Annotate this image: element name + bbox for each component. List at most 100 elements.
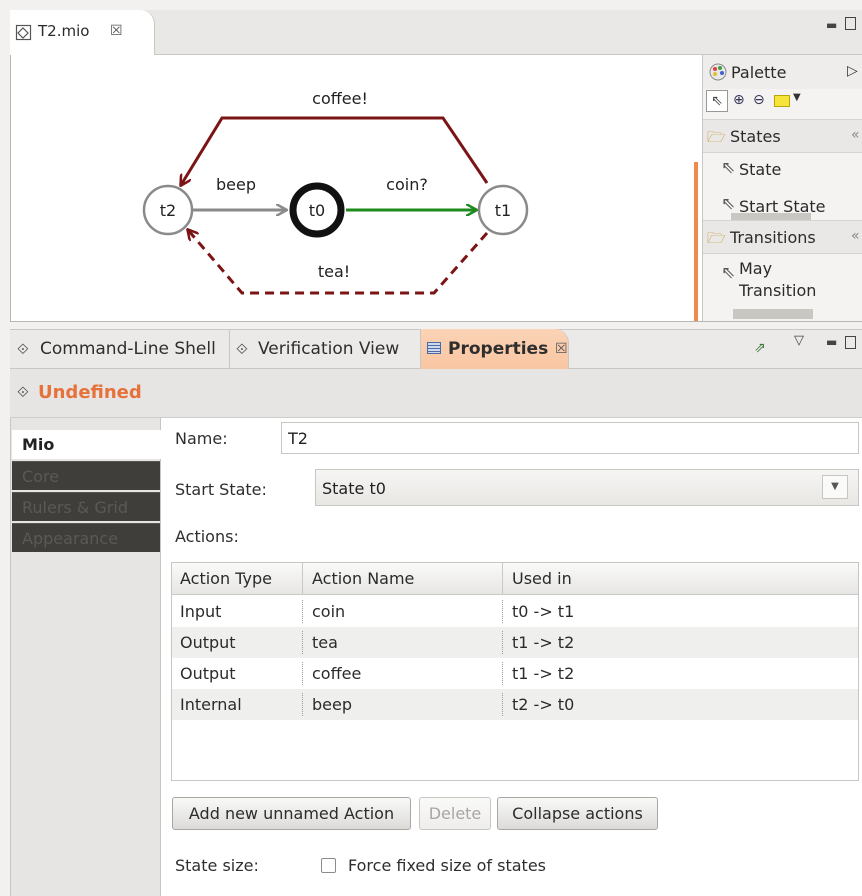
start-state-tool-icon: ⇖ xyxy=(721,194,736,214)
pin-view-icon[interactable]: ⇗ xyxy=(754,340,766,356)
canvas-scroll-indicator[interactable] xyxy=(694,162,698,321)
section-collapse-icon[interactable]: « xyxy=(851,228,860,244)
minimize-icon[interactable]: ▬ xyxy=(826,18,837,32)
start-state-value: State t0 xyxy=(322,479,386,498)
table-row[interactable]: Output coffee t1 -> t2 xyxy=(172,658,858,689)
side-tab-core[interactable]: Core xyxy=(12,461,160,490)
transition-label-beep: beep xyxy=(216,175,256,194)
cell-used-in: t0 -> t1 xyxy=(512,602,575,621)
cell-used-in: t1 -> t2 xyxy=(512,633,575,652)
palette: Palette ▷ ⇖ ⊕ ⊖ ▼ 🗁 States « ⇖ State ⇖ S… xyxy=(702,55,862,321)
minimize-icon[interactable]: ▬ xyxy=(826,335,837,349)
tab-label: Verification View xyxy=(258,339,400,359)
properties-icon xyxy=(427,342,441,354)
table-row[interactable]: Input coin t0 -> t1 xyxy=(172,596,858,627)
cell-used-in: t1 -> t2 xyxy=(512,664,575,683)
cell-action-type: Output xyxy=(180,633,236,652)
note-dropdown-icon[interactable]: ▼ xyxy=(793,92,801,103)
cell-action-name: coffee xyxy=(312,664,362,683)
column-header-action-type[interactable]: Action Type xyxy=(180,563,272,595)
cell-action-type: Output xyxy=(180,664,236,683)
delete-button[interactable]: Delete xyxy=(419,797,491,830)
palette-collapse-icon[interactable]: ▷ xyxy=(847,63,858,79)
cell-action-name: coin xyxy=(312,602,346,621)
palette-item-label-line2: Transition xyxy=(739,281,817,300)
state-label-t0: t0 xyxy=(309,201,325,220)
palette-item-overlay xyxy=(733,309,813,319)
palette-item-start-state[interactable]: ⇖ Start State xyxy=(703,189,862,221)
palette-item-label-line1: May xyxy=(739,259,773,278)
note-tool-icon[interactable] xyxy=(774,95,790,107)
tab-verification-view[interactable]: ⟐ Verification View xyxy=(230,329,421,369)
shell-icon: ⟐ xyxy=(17,340,29,358)
state-t0[interactable]: t0 xyxy=(289,182,345,238)
zoom-in-icon[interactable]: ⊕ xyxy=(733,92,745,108)
may-transition-tool-icon: ⇖ xyxy=(721,263,736,283)
state-label-t1: t1 xyxy=(495,201,511,220)
cell-divider xyxy=(502,631,504,654)
palette-item-may-transition[interactable]: ⇖ May Transition xyxy=(703,257,862,307)
column-divider[interactable] xyxy=(502,563,503,595)
side-tab-rulers-grid[interactable]: Rulers & Grid xyxy=(12,492,160,521)
section-collapse-icon[interactable]: « xyxy=(851,127,860,143)
cell-divider xyxy=(502,662,504,685)
palette-section-label: States xyxy=(730,127,781,146)
maximize-icon[interactable] xyxy=(845,17,856,30)
table-row[interactable]: Output tea t1 -> t2 xyxy=(172,627,858,658)
table-row[interactable]: Internal beep t2 -> t0 xyxy=(172,689,858,720)
properties-title: Undefined xyxy=(38,382,142,403)
start-state-select[interactable]: State t0 ▼ xyxy=(315,469,859,506)
state-t1[interactable]: t1 xyxy=(477,184,529,236)
palette-section-transitions[interactable]: 🗁 Transitions « xyxy=(703,220,862,254)
editor-tab[interactable]: T2.mio ☒ xyxy=(10,10,155,55)
side-tab-appearance[interactable]: Appearance xyxy=(12,523,160,552)
palette-title: Palette xyxy=(731,63,787,82)
actions-label: Actions: xyxy=(175,527,239,546)
force-fixed-size-checkbox[interactable] xyxy=(321,858,336,873)
editor-tab-label: T2.mio xyxy=(38,22,90,40)
state-tool-icon: ⇖ xyxy=(721,158,736,178)
cell-divider xyxy=(302,662,304,685)
column-header-used-in[interactable]: Used in xyxy=(512,563,572,595)
close-icon[interactable]: ☒ xyxy=(555,329,568,369)
cell-divider xyxy=(302,693,304,716)
start-state-label: Start State: xyxy=(175,480,267,499)
side-tab-mio[interactable]: Mio xyxy=(12,430,162,459)
column-header-action-name[interactable]: Action Name xyxy=(312,563,414,595)
transition-label-coffee: coffee! xyxy=(312,89,368,108)
folder-icon: 🗁 xyxy=(707,229,726,247)
diagram-file-icon xyxy=(15,24,32,41)
tab-properties[interactable]: Properties ☒ xyxy=(421,329,569,369)
cell-divider xyxy=(302,631,304,654)
palette-tools: ⇖ ⊕ ⊖ ▼ xyxy=(705,89,861,115)
palette-item-state[interactable]: ⇖ State xyxy=(703,153,862,185)
name-field[interactable] xyxy=(281,422,859,454)
verification-icon: ⟐ xyxy=(236,340,248,358)
column-divider[interactable] xyxy=(302,563,303,595)
add-action-button[interactable]: Add new unnamed Action xyxy=(172,797,411,830)
diagram-canvas[interactable]: t2 t0 t1 coffee! beep coin? tea! xyxy=(11,55,701,321)
cell-action-name: beep xyxy=(312,695,352,714)
collapse-actions-button[interactable]: Collapse actions xyxy=(497,797,658,830)
chevron-down-icon[interactable]: ▼ xyxy=(822,475,848,499)
cell-divider xyxy=(502,693,504,716)
tab-label: Properties xyxy=(448,339,549,359)
cell-divider xyxy=(302,600,304,623)
transition-label-tea: tea! xyxy=(318,262,350,281)
zoom-out-icon[interactable]: ⊖ xyxy=(753,92,765,108)
state-t2[interactable]: t2 xyxy=(142,184,194,236)
tab-label: Command-Line Shell xyxy=(40,339,216,359)
maximize-icon[interactable] xyxy=(845,336,856,349)
palette-section-states[interactable]: 🗁 States « xyxy=(703,119,862,153)
close-icon[interactable]: ☒ xyxy=(110,23,123,39)
view-menu-icon[interactable]: ▽ xyxy=(794,333,804,348)
tab-command-line-shell[interactable]: ⟐ Command-Line Shell xyxy=(10,329,230,369)
element-icon: ⟐ xyxy=(17,383,29,401)
state-size-label: State size: xyxy=(175,856,259,875)
palette-icon xyxy=(709,63,727,81)
cell-action-type: Internal xyxy=(180,695,242,714)
force-fixed-size-label[interactable]: Force fixed size of states xyxy=(348,856,546,875)
select-tool-icon[interactable]: ⇖ xyxy=(706,90,728,112)
cell-divider xyxy=(502,600,504,623)
palette-item-label: State xyxy=(739,160,782,179)
